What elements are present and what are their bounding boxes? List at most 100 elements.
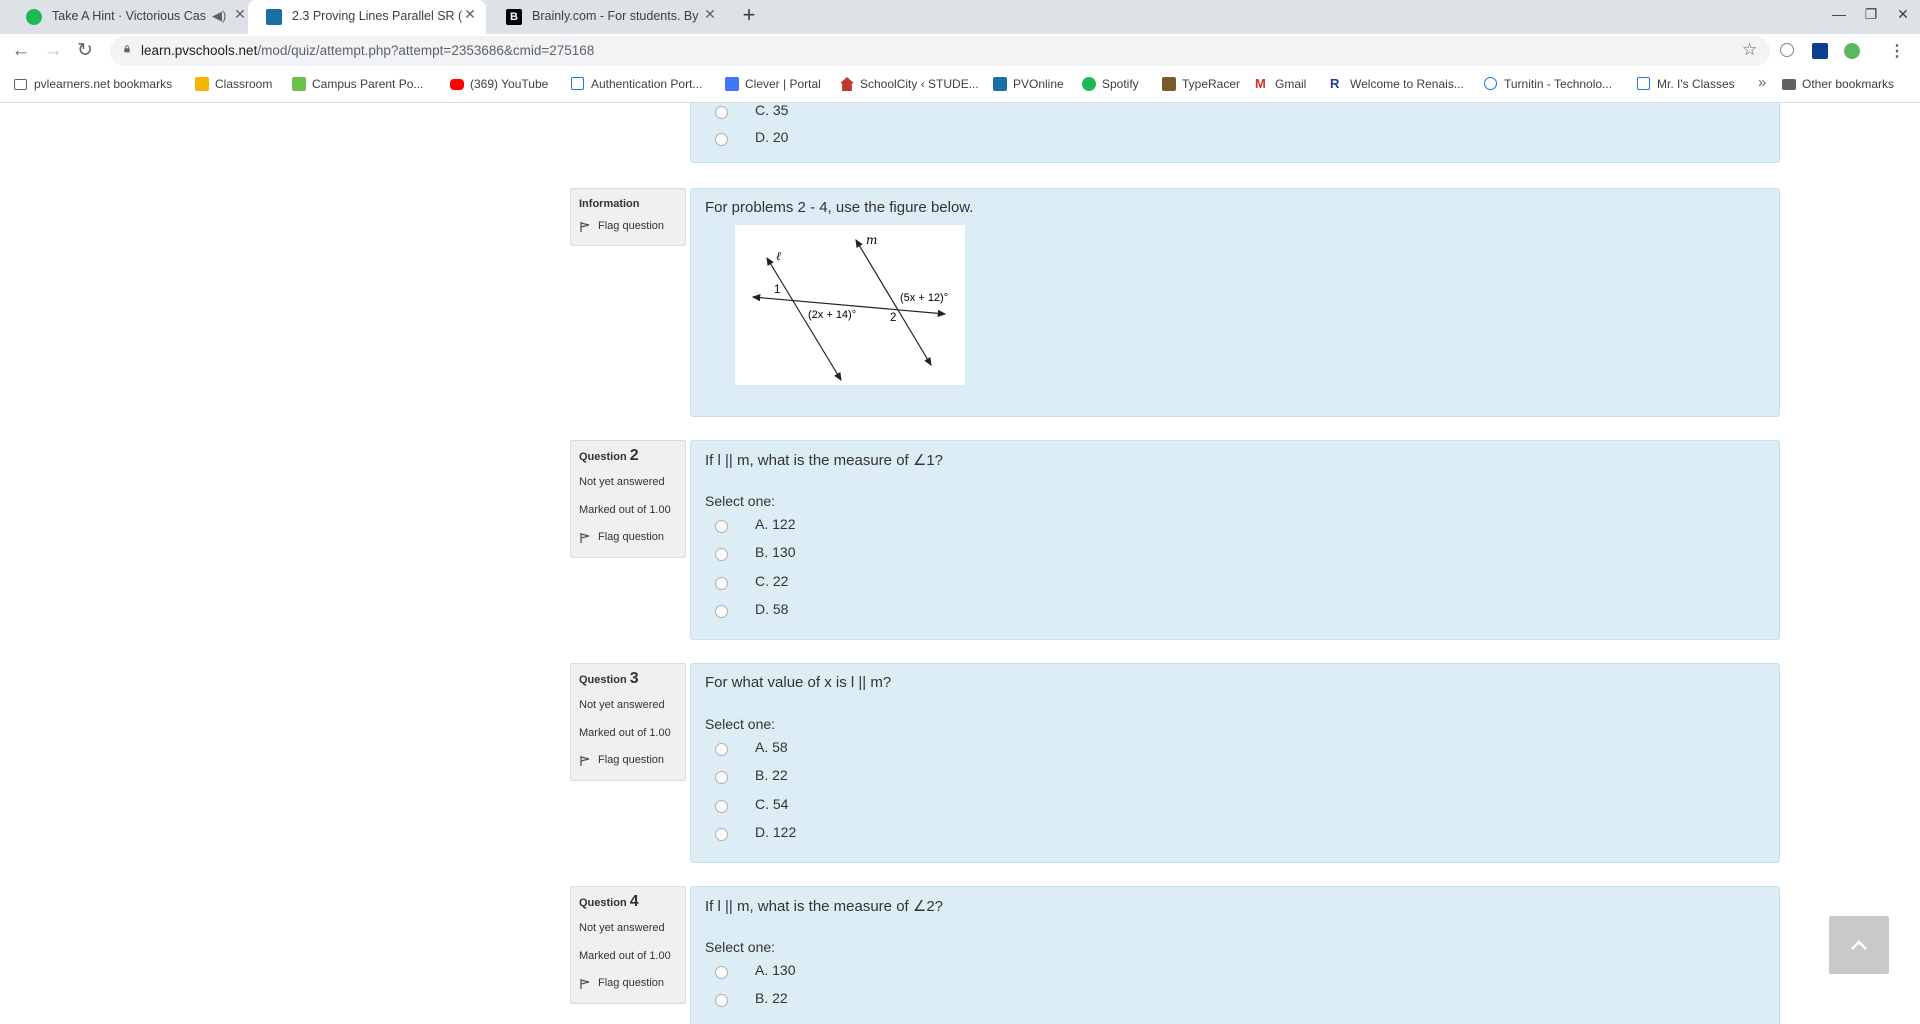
grammarly-icon[interactable] xyxy=(1844,43,1860,59)
minimize-icon[interactable]: — xyxy=(1827,6,1851,22)
select-one-label: Select one: xyxy=(705,939,776,955)
question-2-info: Question 2 Not yet answered Marked out o… xyxy=(570,440,686,558)
tab-proving-lines-parallel[interactable]: 2.3 Proving Lines Parallel SR (5 ✕ xyxy=(248,0,486,34)
campus-icon xyxy=(292,77,306,91)
question-3-box: For what value of x is l || m? Select on… xyxy=(690,663,1780,863)
label-expression-left: (2x + 14)° xyxy=(808,309,857,321)
question-marks: Marked out of 1.00 xyxy=(579,950,671,962)
address-bar[interactable]: learn.pvschools.net/mod/quiz/attempt.php… xyxy=(110,36,1770,66)
radio-button[interactable] xyxy=(715,133,728,146)
question-4-info: Question 4 Not yet answered Marked out o… xyxy=(570,886,686,1004)
radio-button[interactable] xyxy=(715,106,728,119)
moodle-icon xyxy=(266,9,282,25)
question-status: Not yet answered xyxy=(579,922,665,934)
clever-icon xyxy=(725,77,739,91)
radio-button[interactable] xyxy=(715,520,728,533)
radio-button[interactable] xyxy=(715,828,728,841)
label-l: ℓ xyxy=(776,249,781,263)
gmail-icon: M xyxy=(1255,76,1266,91)
extension-icon[interactable] xyxy=(1780,43,1794,57)
tab-title: Take A Hint · Victorious Cas xyxy=(52,9,207,23)
menu-icon[interactable]: ⋮ xyxy=(1889,41,1905,61)
flag-question-link[interactable]: Flag question xyxy=(598,754,664,766)
tab-title: 2.3 Proving Lines Parallel SR (5 xyxy=(292,9,462,23)
lock-icon xyxy=(124,45,130,53)
radio-button[interactable] xyxy=(715,743,728,756)
radio-button[interactable] xyxy=(715,994,728,1007)
radio-button[interactable] xyxy=(715,800,728,813)
browser-toolbar: ← → ↻ learn.pvschools.net/mod/quiz/attem… xyxy=(0,34,1920,68)
renaissance-icon: R xyxy=(1330,76,1340,91)
url-text: learn.pvschools.net/mod/quiz/attempt.php… xyxy=(141,43,594,58)
restore-icon[interactable]: ❐ xyxy=(1859,6,1883,23)
radio-button[interactable] xyxy=(715,605,728,618)
back-icon[interactable]: ← xyxy=(8,38,34,64)
information-box: For problems 2 - 4, use the figure below… xyxy=(690,188,1780,417)
bookmarks-overflow-icon[interactable]: » xyxy=(1758,74,1766,91)
close-tab-icon[interactable]: ✕ xyxy=(700,6,720,23)
label-angle-1: 1 xyxy=(774,284,781,296)
question-number: Question 2 xyxy=(579,447,639,464)
radio-button[interactable] xyxy=(715,548,728,561)
question-text: If l || m, what is the measure of ∠1? xyxy=(705,452,944,469)
extension-icon[interactable] xyxy=(1812,43,1828,59)
classroom-icon xyxy=(195,77,209,91)
folder-icon xyxy=(1782,79,1796,90)
forward-icon[interactable]: → xyxy=(40,38,66,64)
information-panel: Information Flag question xyxy=(570,188,686,246)
information-label: Information xyxy=(579,198,640,210)
page-icon xyxy=(1637,77,1650,90)
turnitin-icon xyxy=(1484,77,1497,90)
question-2-box: If l || m, what is the measure of ∠1? Se… xyxy=(690,440,1780,640)
spotify-icon xyxy=(1082,77,1096,91)
select-one-label: Select one: xyxy=(705,493,776,509)
question-4-box: If l || m, what is the measure of ∠2? Se… xyxy=(690,886,1780,1024)
page-icon xyxy=(571,77,584,90)
new-tab-button[interactable]: + xyxy=(736,2,762,28)
question-number: Question 4 xyxy=(579,893,639,910)
school-icon xyxy=(840,77,854,91)
information-text: For problems 2 - 4, use the figure below… xyxy=(705,199,974,216)
radio-button[interactable] xyxy=(715,577,728,590)
star-icon[interactable]: ☆ xyxy=(1742,40,1757,60)
tab-title: Brainly.com - For students. By st xyxy=(532,9,702,23)
speaker-icon[interactable]: ◀) xyxy=(212,8,226,24)
moodle-icon xyxy=(993,77,1007,91)
reload-icon[interactable]: ↻ xyxy=(72,38,98,64)
select-one-label: Select one: xyxy=(705,716,776,732)
tab-brainly[interactable]: B Brainly.com - For students. By st ✕ xyxy=(488,0,726,34)
close-window-icon[interactable]: ✕ xyxy=(1891,6,1915,23)
question-text: For what value of x is l || m? xyxy=(705,674,892,691)
chevron-up-icon xyxy=(1851,940,1867,950)
radio-button[interactable] xyxy=(715,966,728,979)
flag-icon xyxy=(580,979,590,989)
flag-icon xyxy=(580,533,590,543)
flag-icon xyxy=(580,756,590,766)
radio-button[interactable] xyxy=(715,771,728,784)
close-tab-icon[interactable]: ✕ xyxy=(230,6,250,23)
close-tab-icon[interactable]: ✕ xyxy=(460,6,480,23)
url-host: learn.pvschools.net xyxy=(141,43,258,58)
label-m: m xyxy=(866,233,878,247)
flag-question-link[interactable]: Flag question xyxy=(598,531,664,543)
youtube-icon xyxy=(450,79,464,90)
flag-question-link[interactable]: Flag question xyxy=(598,977,664,989)
question-status: Not yet answered xyxy=(579,476,665,488)
question-text: If l || m, what is the measure of ∠2? xyxy=(705,898,944,915)
flag-question-link[interactable]: Flag question xyxy=(598,220,664,232)
typeracer-icon xyxy=(1162,77,1176,91)
previous-question-box: C. 35 D. 20 xyxy=(690,103,1780,163)
question-number: Question 3 xyxy=(579,670,639,687)
brainly-icon: B xyxy=(506,9,522,25)
folder-icon xyxy=(14,79,27,90)
spotify-icon xyxy=(26,9,42,25)
back-to-top-button[interactable] xyxy=(1829,916,1889,974)
parallel-lines-figure: ℓ m 1 2 (2x + 14)° (5x + 12)° xyxy=(735,225,965,385)
question-3-info: Question 3 Not yet answered Marked out o… xyxy=(570,663,686,781)
question-marks: Marked out of 1.00 xyxy=(579,727,671,739)
url-path: /mod/quiz/attempt.php?attempt=2353686&cm… xyxy=(257,43,595,58)
flag-icon xyxy=(580,222,590,232)
question-marks: Marked out of 1.00 xyxy=(579,504,671,516)
tab-strip: Take A Hint · Victorious Cas ◀) ✕ 2.3 Pr… xyxy=(0,0,1920,34)
tab-take-a-hint[interactable]: Take A Hint · Victorious Cas ◀) ✕ xyxy=(8,0,248,34)
